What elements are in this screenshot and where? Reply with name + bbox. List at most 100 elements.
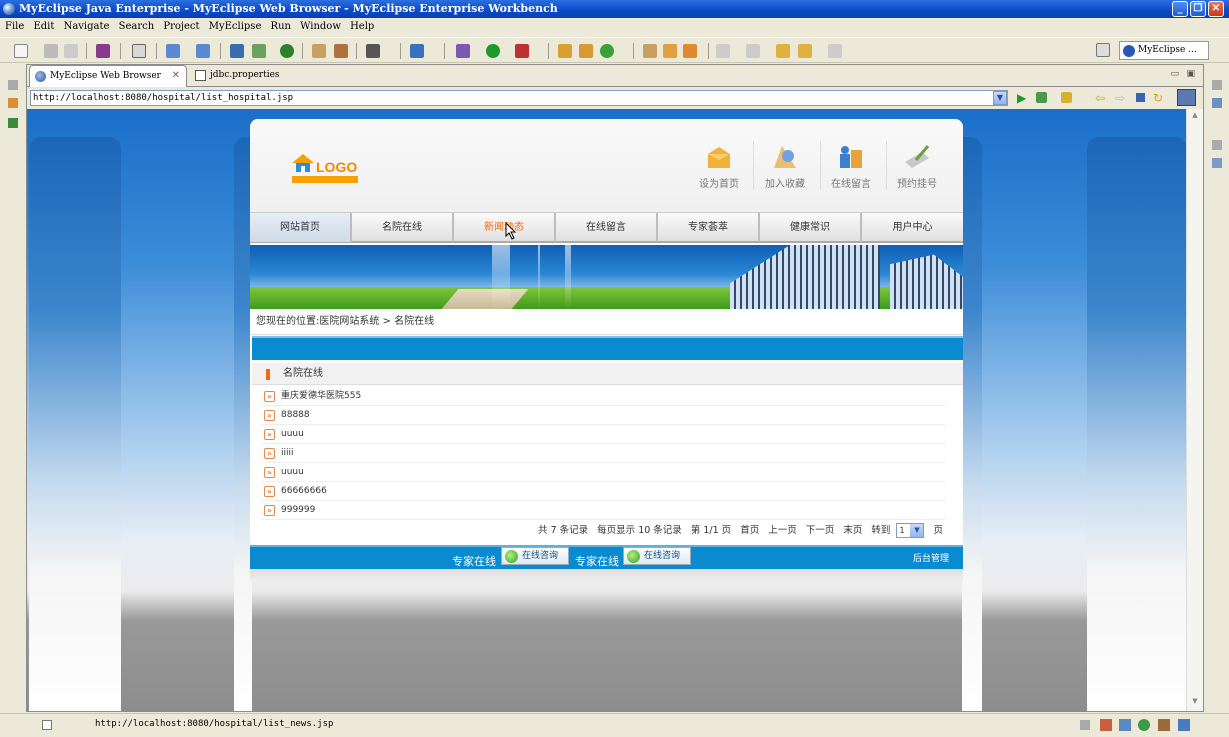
list-item[interactable]: » 88888 (262, 406, 945, 425)
tab-web-browser[interactable]: MyEclipse Web Browser ✕ (29, 65, 187, 87)
perspective-switcher[interactable]: MyEclipse ... (1119, 41, 1209, 60)
pager-last-link[interactable]: 末页 (843, 525, 862, 536)
window-title-bar[interactable]: MyEclipse Java Enterprise - MyEclipse We… (0, 0, 1229, 18)
go-icon[interactable]: ▶ (1017, 91, 1026, 105)
servers-icon[interactable] (1158, 719, 1170, 731)
site-logo[interactable]: LOGO (292, 154, 362, 186)
package-explorer-icon[interactable] (8, 98, 18, 108)
connect-icon[interactable] (166, 44, 180, 58)
browser-back-icon[interactable]: ⇦ (1095, 91, 1105, 105)
close-button[interactable]: ✕ (1208, 1, 1224, 17)
new-class-2-icon[interactable] (600, 44, 614, 58)
list-item[interactable]: » uuuu (262, 463, 945, 482)
last-edit-icon[interactable] (776, 44, 790, 58)
maximize-button[interactable]: ❐ (1190, 1, 1206, 17)
new-class-icon[interactable] (230, 44, 244, 58)
menu-search[interactable]: Search (116, 18, 158, 36)
maximize-editor-icon[interactable]: ▣ (1186, 69, 1195, 79)
set-home-link[interactable]: 设为首页 (691, 144, 747, 190)
menu-project[interactable]: Project (160, 18, 202, 36)
browser-forward-icon[interactable]: ⇨ (1115, 91, 1125, 105)
server-icon[interactable] (132, 44, 146, 58)
forward-icon[interactable] (828, 44, 842, 58)
save-icon[interactable] (44, 44, 58, 58)
chevron-down-icon[interactable]: ▼ (910, 524, 924, 537)
list-item[interactable]: » 66666666 (262, 482, 945, 501)
pager-next-link[interactable]: 下一页 (806, 525, 835, 536)
list-item[interactable]: » 999999 (262, 501, 945, 520)
consult-button[interactable]: 在线咨询 (501, 547, 569, 565)
web-icon[interactable] (1138, 719, 1150, 731)
open-type-2-icon[interactable] (643, 44, 657, 58)
open-type-icon[interactable] (334, 44, 348, 58)
run-external-icon[interactable] (515, 44, 529, 58)
menu-window[interactable]: Window (297, 18, 344, 36)
task-icon[interactable] (683, 44, 697, 58)
list-item-text[interactable]: uuuu (281, 429, 304, 439)
outline-icon[interactable] (1212, 98, 1222, 108)
vertical-scrollbar[interactable]: ▲ ▼ (1186, 109, 1203, 711)
consult-button[interactable]: 在线咨询 (623, 547, 691, 565)
external-tools-icon[interactable] (410, 44, 424, 58)
appointment-link[interactable]: 预约挂号 (889, 144, 945, 190)
print-icon[interactable] (64, 44, 78, 58)
tasks-icon[interactable] (1119, 719, 1131, 731)
image-viewer-icon[interactable] (366, 44, 380, 58)
url-input[interactable]: http://localhost:8080/hospital/list_hosp… (30, 90, 1008, 106)
debug-page-icon[interactable] (1036, 92, 1047, 103)
menu-edit[interactable]: Edit (30, 18, 57, 36)
fast-view-icon[interactable] (42, 720, 52, 730)
back-icon[interactable] (798, 44, 812, 58)
admin-link[interactable]: 后台管理 (913, 551, 949, 564)
menu-navigate[interactable]: Navigate (61, 18, 113, 36)
console-icon[interactable] (1212, 158, 1222, 168)
list-item[interactable]: » iiiii (262, 444, 945, 463)
debug-icon[interactable] (456, 44, 470, 58)
page-select[interactable]: 1 ▼ (896, 523, 925, 538)
menu-file[interactable]: File (2, 18, 27, 36)
browse-icon[interactable] (196, 44, 210, 58)
globe-icon[interactable] (280, 44, 294, 58)
search-tool-icon[interactable] (663, 44, 677, 58)
new-package-2-icon[interactable] (579, 44, 593, 58)
nav-home[interactable]: 网站首页 (250, 213, 352, 242)
tab-close-icon[interactable]: ✕ (172, 66, 180, 86)
pager-prev-link[interactable]: 上一页 (768, 525, 797, 536)
tab-jdbc-properties[interactable]: jdbc.properties (190, 65, 308, 87)
nav-message[interactable]: 在线留言 (556, 213, 658, 242)
online-message-link[interactable]: 在线留言 (823, 144, 879, 190)
restore-view-right-2-icon[interactable] (1212, 140, 1222, 150)
menu-myeclipse[interactable]: MyEclipse (206, 18, 265, 36)
pager-first-link[interactable]: 首页 (740, 525, 759, 536)
scroll-up-arrow-icon[interactable]: ▲ (1189, 111, 1201, 123)
minimize-editor-icon[interactable]: ▭ (1170, 69, 1179, 79)
nav-user-center[interactable]: 用户中心 (862, 213, 963, 242)
browser-menu-icon[interactable] (1177, 89, 1196, 106)
list-item-text[interactable]: 999999 (281, 505, 315, 515)
list-item-text[interactable]: 重庆爱德华医院555 (281, 391, 361, 401)
console-status-icon[interactable] (1178, 719, 1190, 731)
menu-run[interactable]: Run (268, 18, 294, 36)
list-item[interactable]: » uuuu (262, 425, 945, 444)
nav-hospitals[interactable]: 名院在线 (352, 213, 454, 242)
next-annotation-icon[interactable] (716, 44, 730, 58)
menu-help[interactable]: Help (347, 18, 377, 36)
list-item-text[interactable]: iiiii (281, 448, 294, 458)
stop-icon[interactable] (1136, 93, 1145, 102)
new-file-icon[interactable] (14, 44, 28, 58)
run-icon[interactable] (486, 44, 500, 58)
open-folder-icon[interactable] (312, 44, 326, 58)
list-item-text[interactable]: 66666666 (281, 486, 327, 496)
list-item[interactable]: » 重庆爱德华医院555 (262, 387, 945, 406)
problems-icon[interactable] (1100, 719, 1112, 731)
restore-view-right-icon[interactable] (1212, 80, 1222, 90)
restore-view-icon[interactable] (8, 80, 18, 90)
open-perspective-icon[interactable] (1096, 43, 1110, 57)
list-item-text[interactable]: uuuu (281, 467, 304, 477)
nav-health-tips[interactable]: 健康常识 (760, 213, 862, 242)
url-dropdown-button[interactable]: ▼ (993, 91, 1007, 105)
refresh-icon[interactable]: ↻ (1153, 91, 1163, 105)
new-package-icon[interactable] (252, 44, 266, 58)
hierarchy-icon[interactable] (8, 118, 18, 128)
restore-icon[interactable] (1080, 720, 1090, 730)
